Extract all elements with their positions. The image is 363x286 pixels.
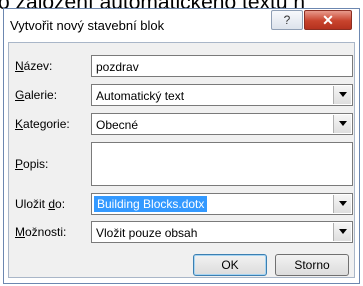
options-label: Možnosti: bbox=[15, 225, 67, 239]
description-label: Popis: bbox=[15, 157, 49, 171]
options-select[interactable]: Vložit pouze obsah bbox=[91, 221, 353, 243]
category-dropdown-button[interactable] bbox=[333, 115, 351, 133]
gallery-select[interactable]: Automatický text bbox=[91, 84, 353, 106]
close-icon: ✕ bbox=[322, 12, 334, 28]
save-to-label: Uložit do: bbox=[15, 197, 66, 211]
save-to-dropdown-button[interactable] bbox=[333, 195, 351, 213]
close-button[interactable]: ✕ bbox=[304, 10, 352, 30]
dialog-title: Vytvořit nový stavební blok bbox=[10, 18, 165, 33]
chevron-down-icon bbox=[339, 201, 347, 206]
title-bar: Vytvořit nový stavební blok ? ✕ bbox=[4, 9, 359, 42]
name-value: pozdrav bbox=[96, 60, 139, 74]
cancel-button[interactable]: Storno bbox=[275, 254, 349, 276]
gallery-label: Galerie: bbox=[15, 88, 58, 102]
chevron-down-icon bbox=[339, 229, 347, 234]
ok-button[interactable]: OK bbox=[193, 254, 267, 276]
category-label: Kategorie: bbox=[15, 117, 70, 131]
category-select[interactable]: Obecné bbox=[91, 113, 353, 135]
name-label: Název: bbox=[15, 59, 53, 73]
help-icon: ? bbox=[283, 13, 291, 27]
dialog-body: Název: pozdrav Galerie: Automatický text… bbox=[8, 42, 355, 278]
save-to-value: Building Blocks.dotx bbox=[94, 196, 208, 212]
description-textarea[interactable] bbox=[91, 142, 353, 186]
chevron-down-icon bbox=[339, 121, 347, 126]
category-value: Obecné bbox=[96, 118, 139, 132]
options-value: Vložit pouze obsah bbox=[96, 226, 198, 240]
name-input[interactable]: pozdrav bbox=[91, 55, 353, 77]
save-to-select[interactable]: Building Blocks.dotx bbox=[91, 193, 353, 215]
help-button[interactable]: ? bbox=[271, 10, 303, 30]
gallery-value: Automatický text bbox=[96, 89, 185, 103]
options-dropdown-button[interactable] bbox=[333, 223, 351, 241]
chevron-down-icon bbox=[339, 92, 347, 97]
gallery-dropdown-button[interactable] bbox=[333, 86, 351, 104]
create-building-block-dialog: Vytvořit nový stavební blok ? ✕ Název: p… bbox=[3, 8, 360, 284]
